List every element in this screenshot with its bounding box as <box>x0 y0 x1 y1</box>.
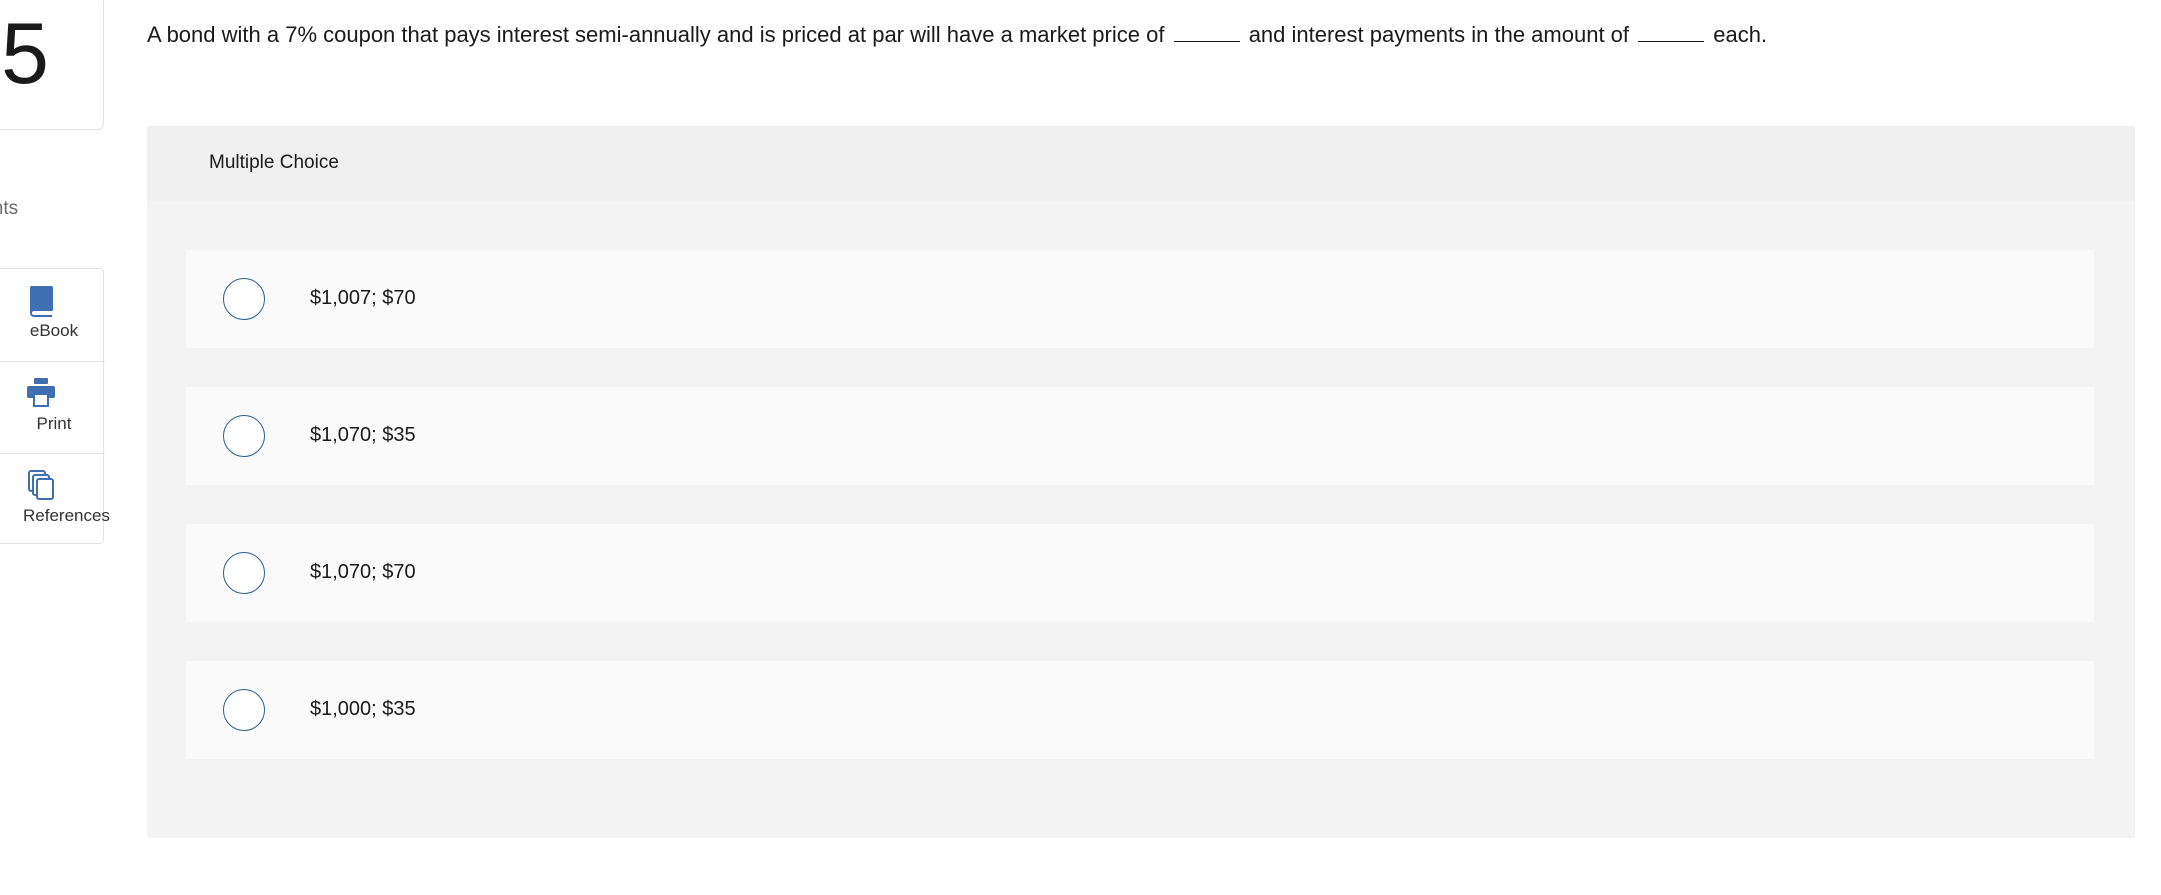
multiple-choice-panel: Multiple Choice $1,007; $70 $1,070; $35 … <box>147 126 2135 838</box>
book-icon <box>25 283 57 317</box>
print-button[interactable]: Print <box>0 361 105 453</box>
references-button[interactable]: References <box>0 453 110 545</box>
radio-button[interactable] <box>223 689 265 731</box>
tools-panel: eBook Print References <box>0 268 110 545</box>
panel-title: Multiple Choice <box>209 152 339 173</box>
radio-button[interactable] <box>223 415 265 457</box>
ebook-button[interactable]: eBook <box>0 269 105 361</box>
print-label: Print <box>36 414 72 433</box>
points-label: oints <box>0 198 19 219</box>
radio-button[interactable] <box>223 552 265 594</box>
copy-documents-icon <box>25 468 57 502</box>
choice-label: $1,007; $70 <box>310 287 416 309</box>
question-text-part3: each. <box>1713 22 1768 47</box>
question-text-part2: and interest payments in the amount of <box>1248 22 1630 47</box>
choice-label: $1,000; $35 <box>310 698 416 720</box>
choice-option[interactable]: $1,070; $70 <box>186 524 2094 622</box>
panel-header: Multiple Choice <box>147 126 2135 201</box>
radio-button[interactable] <box>223 278 265 320</box>
choice-label: $1,070; $35 <box>310 424 416 446</box>
question-page: 5 oints eBook Print <box>0 0 2161 895</box>
choice-option[interactable]: $1,007; $70 <box>186 250 2094 348</box>
choice-option[interactable]: $1,070; $35 <box>186 387 2094 485</box>
references-label: References <box>23 506 110 525</box>
question-number: 5 <box>1 6 49 102</box>
printer-icon <box>25 376 57 410</box>
choice-label: $1,070; $70 <box>310 561 416 583</box>
blank-1 <box>1173 22 1240 42</box>
question-number-card: 5 <box>0 0 104 130</box>
question-prompt: A bond with a 7% coupon that pays intere… <box>147 20 2137 50</box>
choice-option[interactable]: $1,000; $35 <box>186 661 2094 759</box>
blank-2 <box>1638 22 1705 42</box>
ebook-label: eBook <box>29 321 79 340</box>
question-text-part1: A bond with a 7% coupon that pays intere… <box>147 22 1165 47</box>
